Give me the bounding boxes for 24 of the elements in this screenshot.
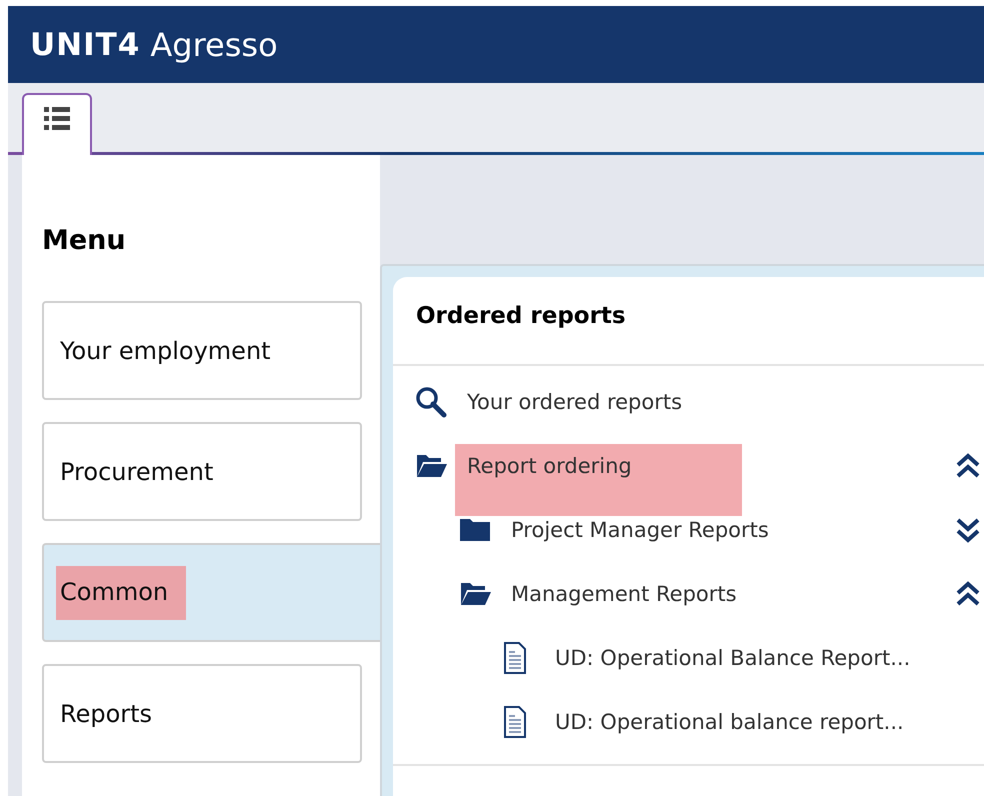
logo-mark: UNIT4 — [30, 26, 140, 62]
panel-title: Ordered reports — [393, 277, 984, 366]
collapse-icon[interactable] — [956, 581, 980, 607]
search-icon — [415, 386, 447, 418]
menu-icon — [44, 107, 70, 131]
menu-item[interactable]: Reports — [42, 664, 362, 763]
tree-item[interactable]: UD: Operational Balance Report... — [555, 646, 910, 670]
tree-item[interactable]: Report ordering — [455, 444, 742, 516]
collapse-icon[interactable] — [956, 453, 980, 479]
open-folder-icon — [415, 453, 447, 479]
logo-text: Agresso — [150, 26, 278, 64]
tree-item[interactable]: Your ordered reports — [467, 390, 682, 414]
expand-icon[interactable] — [956, 517, 980, 543]
open-folder-icon — [459, 581, 491, 607]
document-icon — [503, 706, 527, 738]
menu-title: Menu — [42, 225, 127, 256]
menu-item[interactable]: Common — [42, 543, 380, 642]
document-icon — [503, 642, 527, 674]
menu-item[interactable]: Your employment — [42, 301, 362, 400]
menu-tab[interactable] — [22, 93, 92, 155]
tree-item[interactable]: Management Reports — [511, 582, 737, 606]
tree-item[interactable]: UD: Operational balance report... — [555, 710, 904, 734]
tree-item[interactable]: Project Manager Reports — [511, 518, 769, 542]
menu-item[interactable]: Procurement — [42, 422, 362, 521]
